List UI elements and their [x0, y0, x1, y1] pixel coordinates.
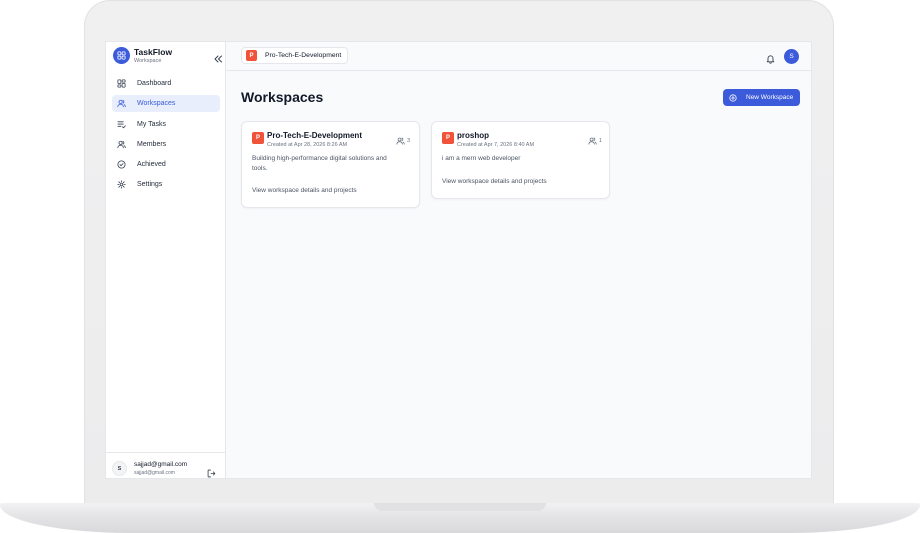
sidebar-item-members[interactable]: Members — [112, 136, 220, 153]
workspace-card-description: Building high-performance digital soluti… — [252, 154, 387, 173]
workspace-name: Pro-Tech-E-Development — [265, 52, 342, 59]
app-screen: TaskFlow Workspace Dashboard Workspaces — [106, 42, 811, 478]
user-email-secondary: sajjad@gmail.com — [134, 470, 175, 476]
workspace-switcher[interactable]: P Pro-Tech-E-Development — [241, 47, 349, 64]
sidebar-item-label: Members — [137, 140, 167, 148]
bell-icon[interactable] — [766, 51, 775, 64]
plus-circle-icon — [729, 93, 737, 102]
description-line: Building high-performance digital soluti… — [252, 155, 387, 162]
sidebar-item-label: Dashboard — [137, 80, 172, 87]
workspace-badge: P — [246, 50, 257, 61]
sidebar-item-label: Settings — [137, 181, 163, 189]
top-header: P Pro-Tech-E-Development S — [226, 42, 811, 71]
description-line: tools. — [252, 164, 268, 172]
users-icon — [588, 137, 597, 145]
users-icon — [396, 137, 405, 145]
workspace-card-created: Created at Apr 7, 2026 8:40 AM — [457, 142, 535, 148]
member-count-value: 3 — [407, 138, 411, 144]
workspace-card-title[interactable]: Pro-Tech-E-Development — [267, 131, 362, 140]
list-check-icon — [117, 120, 126, 129]
description-line: i am a mern web developer — [442, 155, 521, 162]
laptop-notch — [374, 503, 546, 511]
member-count: 3 — [396, 137, 410, 145]
workspace-badge: P — [252, 132, 264, 144]
workspace-card-created: Created at Apr 28, 2026 8:26 AM — [267, 142, 348, 148]
sidebar-item-workspaces[interactable]: Workspaces — [112, 95, 220, 113]
sidebar: TaskFlow Workspace Dashboard Workspaces — [106, 42, 226, 478]
users-icon — [117, 99, 126, 108]
workspace-badge: P — [442, 132, 454, 144]
logout-icon[interactable] — [207, 465, 216, 478]
sidebar-user: S sajjad@gmail.com sajjad@gmail.com — [106, 452, 226, 478]
user-avatar[interactable]: S — [784, 49, 799, 64]
member-count: 1 — [588, 137, 602, 145]
gear-icon — [117, 180, 126, 190]
sidebar-item-achieved[interactable]: Achieved — [112, 156, 220, 173]
chevrons-left-icon[interactable] — [213, 51, 223, 63]
workspace-card-description: i am a mern web developer — [442, 154, 520, 164]
sidebar-item-label: My Tasks — [137, 120, 167, 128]
page-title: Workspaces — [241, 89, 324, 105]
workspace-card[interactable]: P Pro-Tech-E-Development Created at Apr … — [241, 121, 420, 208]
avatar[interactable]: S — [112, 461, 127, 476]
sidebar-item-label: Workspaces — [137, 100, 176, 108]
members-icon — [117, 140, 126, 149]
sidebar-item-my-tasks[interactable]: My Tasks — [112, 116, 220, 133]
sidebar-nav: Dashboard Workspaces My Tasks Members Ac… — [112, 75, 220, 197]
sidebar-item-settings[interactable]: Settings — [112, 176, 220, 193]
sidebar-item-dashboard[interactable]: Dashboard — [112, 75, 220, 92]
grid-icon — [113, 47, 130, 64]
new-workspace-button[interactable]: New Workspace — [723, 89, 800, 106]
workspace-details-link[interactable]: View workspace details and projects — [442, 178, 547, 185]
workspace-details-link[interactable]: View workspace details and projects — [252, 187, 357, 194]
user-email: sajjad@gmail.com — [134, 461, 188, 468]
app-name: TaskFlow — [134, 47, 173, 57]
workspace-card-title[interactable]: proshop — [457, 131, 489, 140]
app-subtitle: Workspace — [134, 58, 162, 64]
member-count-value: 1 — [599, 138, 603, 144]
dashboard-icon — [117, 79, 126, 88]
new-workspace-label: New Workspace — [746, 94, 794, 101]
brand: TaskFlow Workspace — [113, 47, 223, 67]
workspace-card[interactable]: P proshop Created at Apr 7, 2026 8:40 AM… — [431, 121, 610, 199]
sidebar-item-label: Achieved — [137, 161, 166, 169]
check-circle-icon — [117, 160, 126, 169]
